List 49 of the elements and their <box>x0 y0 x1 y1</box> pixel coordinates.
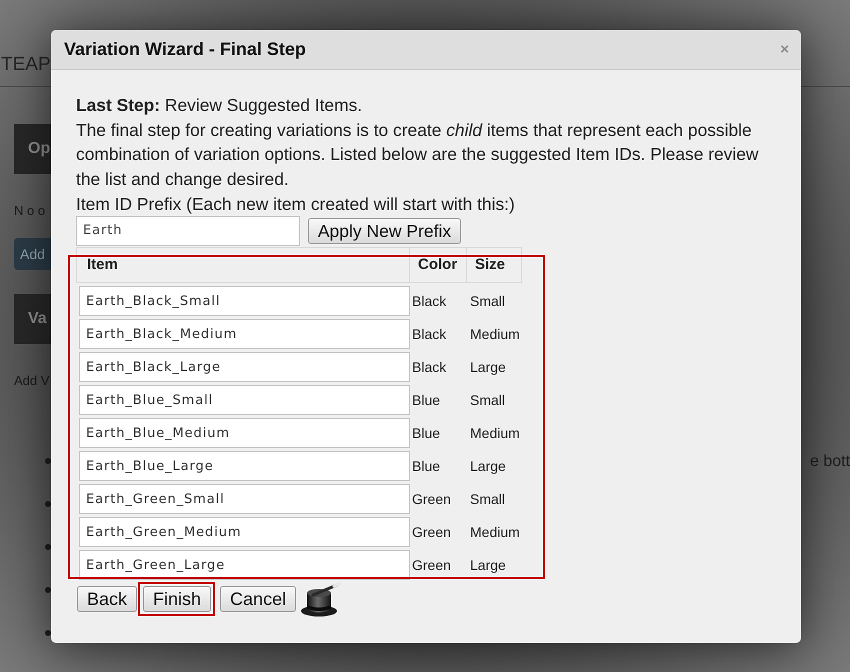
section-heading-bar: Va <box>14 294 51 344</box>
item-id-input[interactable]: Earth_Blue_Medium <box>79 418 410 448</box>
item-id-input[interactable]: Earth_Black_Medium <box>79 319 410 350</box>
item-id-input[interactable]: Earth_Blue_Small <box>79 385 410 416</box>
site-title: TEAP <box>1 54 51 76</box>
table-cell-text: Black <box>411 359 448 376</box>
prefix-input[interactable]: Earth <box>76 216 300 246</box>
step-heading: Last Step: Review Suggested Items. <box>76 94 364 117</box>
table-cell-text: Black <box>411 326 448 342</box>
bullet-icon <box>45 630 51 636</box>
wizard-button[interactable]: Cancel <box>220 586 296 612</box>
bullet-icon <box>45 501 51 507</box>
instructions-text: The final step for creating variations is to create child items that represent each possible combination of variation options. Listed below are the suggested Item IDs. Please review the list and change desired. <box>76 118 760 192</box>
table-cell-text: Green <box>411 491 452 508</box>
wizard-button[interactable]: Back <box>77 586 138 612</box>
section-heading-bar: Op <box>14 124 51 174</box>
item-id-input[interactable]: Earth_Blue_Large <box>79 451 410 482</box>
table-cell-text: Large <box>469 557 507 574</box>
column-header: Item <box>76 246 410 283</box>
item-id-input[interactable]: Earth_Black_Small <box>79 286 410 316</box>
magic-hat-icon <box>300 582 342 617</box>
table-cell-text: Large <box>469 458 507 474</box>
table-cell-text: Large <box>469 359 507 376</box>
table-cell-text: Green <box>411 557 452 574</box>
prefix-label: Item ID Prefix (Each new item created will start with this:) <box>76 192 516 216</box>
add-button[interactable]: Add <box>14 238 51 270</box>
table-cell-text: Black <box>411 293 448 310</box>
item-id-input[interactable]: Earth_Green_Medium <box>79 517 410 548</box>
table-cell-text: Green <box>411 524 452 540</box>
bullet-icon <box>45 587 51 593</box>
item-id-input[interactable]: Earth_Black_Large <box>79 352 410 382</box>
table-cell-text: Small <box>469 491 506 508</box>
table-cell-text: Medium <box>469 326 521 342</box>
wizard-button[interactable]: Finish <box>143 586 212 612</box>
column-header: Color <box>410 246 467 283</box>
table-cell-text: Small <box>469 392 506 408</box>
bullet-icon <box>45 544 51 550</box>
item-id-input[interactable]: Earth_Green_Large <box>79 550 410 580</box>
dialog-title: Variation Wizard - Final Step <box>64 39 306 60</box>
table-cell-text: Medium <box>469 425 521 442</box>
table-cell-text: Medium <box>469 524 521 540</box>
table-cell-text: Blue <box>411 425 442 442</box>
item-id-input[interactable]: Earth_Green_Small <box>79 484 410 514</box>
apply-prefix-button[interactable]: Apply New Prefix <box>308 218 461 244</box>
table-cell-text: Blue <box>411 458 442 474</box>
table-cell-text: Small <box>469 293 506 310</box>
bullet-icon <box>45 458 51 464</box>
table-cell-text: Blue <box>411 392 442 408</box>
column-header: Size <box>467 246 522 283</box>
